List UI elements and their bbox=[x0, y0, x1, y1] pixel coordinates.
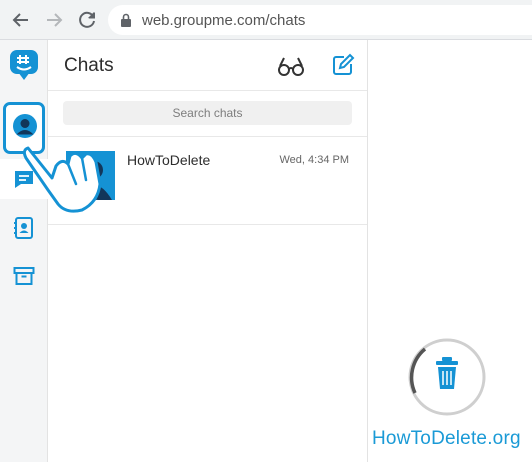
app-sidebar bbox=[0, 40, 48, 462]
profile-icon bbox=[13, 114, 37, 138]
hand-pointer-icon bbox=[20, 140, 108, 221]
forward-icon[interactable] bbox=[42, 8, 66, 32]
browser-toolbar: web.groupme.com/chats bbox=[0, 0, 532, 40]
archive-icon bbox=[13, 267, 35, 285]
watermark-text: HowToDelete.org bbox=[372, 428, 521, 449]
trash-icon bbox=[407, 337, 487, 422]
reload-icon[interactable] bbox=[75, 8, 99, 32]
groupme-logo-icon[interactable] bbox=[10, 50, 38, 85]
chat-timestamp: Wed, 4:34 PM bbox=[279, 154, 350, 166]
page-title: Chats bbox=[64, 55, 114, 76]
lock-icon bbox=[120, 13, 132, 32]
search-bar bbox=[48, 90, 367, 137]
search-input[interactable] bbox=[63, 101, 352, 125]
chat-name: HowToDelete bbox=[127, 152, 211, 168]
address-bar[interactable]: web.groupme.com/chats bbox=[108, 5, 532, 35]
compose-icon[interactable] bbox=[331, 53, 355, 82]
sidebar-item-archive[interactable] bbox=[0, 256, 48, 296]
glasses-icon[interactable] bbox=[277, 54, 305, 85]
back-icon[interactable] bbox=[9, 8, 33, 32]
url-text: web.groupme.com/chats bbox=[142, 12, 306, 29]
chats-panel: Chats HowToDelete Wed, 4:34 PM bbox=[48, 40, 368, 462]
